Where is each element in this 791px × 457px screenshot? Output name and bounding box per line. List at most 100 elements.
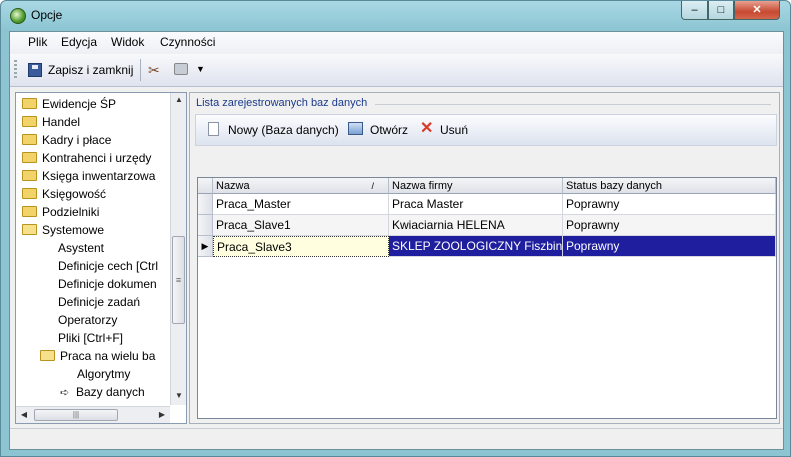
tree-item-label: Systemowe (42, 223, 105, 237)
tree-item[interactable]: Pliki [Ctrl+F] (58, 329, 123, 347)
actions-bar: Nowy (Baza danych) Otwórz ✕ Usuń (195, 114, 777, 146)
new-database-button[interactable]: Nowy (Baza danych) (228, 123, 339, 137)
scroll-right-icon[interactable]: ▶ (155, 408, 169, 422)
tree-item-label: Asystent (58, 241, 105, 255)
print-icon[interactable] (174, 63, 188, 75)
tree-hscroll-thumb[interactable]: ||| (34, 409, 118, 421)
window-body: Plik Edycja Widok Czynności Zapisz i zam… (9, 31, 784, 450)
tree-item[interactable]: Definicje cech [Ctrl (58, 257, 158, 275)
tree-item-label: Pliki [Ctrl+F] (58, 331, 124, 345)
tree-item-label: Praca na wielu ba (60, 349, 156, 363)
tree-item[interactable]: Praca na wielu ba (40, 347, 155, 365)
tree-item[interactable]: ➪ Bazy danych (60, 383, 145, 401)
toolbar: Zapisz i zamknij ✂ ▼ (10, 54, 783, 87)
tree-item[interactable]: Handel (22, 113, 80, 131)
column-label-nazwa-firmy: Nazwa firmy (392, 180, 453, 192)
tree-item-label: Algorytmy (77, 367, 131, 381)
tree-item[interactable]: Definicje zadań (58, 293, 140, 311)
group-divider (375, 104, 771, 105)
scroll-left-icon[interactable]: ◀ (17, 408, 31, 422)
folder-icon (22, 134, 37, 145)
folder-icon (22, 206, 37, 217)
group-title: Lista zarejestrowanych baz danych (196, 97, 368, 109)
app-icon (10, 8, 26, 24)
column-header-nazwa[interactable]: Nazwa / (213, 178, 389, 194)
delete-icon[interactable]: ✕ (420, 118, 433, 138)
table-row[interactable]: Praca_Slave1 Kwiaciarnia HELENA Poprawny (198, 215, 776, 236)
tree-item[interactable]: Operatorzy (58, 311, 117, 329)
tree-item[interactable]: Ewidencje ŚP (22, 95, 116, 113)
tree-vscroll-thumb[interactable]: ≡ (172, 236, 185, 324)
tree-item[interactable]: Algorytmy (77, 365, 130, 383)
menu-edycja[interactable]: Edycja (61, 35, 97, 49)
open-button[interactable]: Otwórz (370, 123, 408, 137)
tree-item-label: Definicje dokumen (58, 277, 157, 291)
options-tree[interactable]: Ewidencje ŚP Handel Kadry i płace Kontrahen… (15, 92, 187, 424)
databases-grid[interactable]: Nazwa / Nazwa firmy Status bazy danych P… (197, 177, 777, 419)
tree-vertical-scrollbar[interactable]: ▲ ≡ ▼ (170, 93, 186, 405)
menu-plik[interactable]: Plik (28, 35, 47, 49)
column-label-nazwa: Nazwa (216, 180, 250, 192)
folder-icon (22, 116, 37, 127)
table-row[interactable]: Praca_Master Praca Master Poprawny (198, 194, 776, 215)
databases-panel: Lista zarejestrowanych baz danych Nowy (… (189, 92, 780, 424)
sort-icon: / (371, 181, 374, 191)
column-header-nazwa-firmy[interactable]: Nazwa firmy (389, 178, 563, 194)
table-cell[interactable]: Praca_Slave3 (213, 236, 389, 257)
tree-item[interactable]: Definicje dokumen (58, 275, 157, 293)
close-button[interactable]: ✕ (734, 1, 780, 20)
table-cell[interactable]: Poprawny (563, 236, 776, 257)
tree-item-label: Bazy danych (76, 385, 145, 399)
row-pointer-icon[interactable]: ▶ (198, 236, 213, 257)
tree-item-label: Księgowość (42, 187, 107, 201)
tree-item[interactable]: Systemowe (22, 221, 104, 239)
tree-item[interactable]: Podzielniki (22, 203, 99, 221)
grid-corner (198, 178, 213, 194)
tree-item-label: Podzielniki (42, 205, 100, 219)
tree-item-label: Definicje cech [Ctrl (58, 259, 159, 273)
new-document-icon[interactable] (208, 122, 219, 136)
window-title: Opcje (31, 8, 63, 22)
table-cell[interactable]: Kwiaciarnia HELENA (389, 215, 563, 236)
tree-item[interactable]: Księgowość (22, 185, 106, 203)
chevron-down-icon[interactable]: ▼ (196, 64, 205, 74)
row-indicator[interactable] (198, 194, 213, 215)
status-bar (10, 428, 783, 449)
folder-open-icon (40, 350, 55, 361)
menu-czynnosci[interactable]: Czynności (160, 35, 215, 49)
table-cell[interactable]: SKLEP ZOOLOGICZNY Fiszbin (389, 236, 563, 257)
scroll-up-icon[interactable]: ▲ (171, 93, 186, 107)
toolbar-grip[interactable] (14, 60, 17, 80)
save-icon[interactable] (28, 63, 42, 77)
table-row[interactable]: ▶ Praca_Slave3 SKLEP ZOOLOGICZNY Fiszbin Po… (198, 236, 776, 257)
delete-button[interactable]: Usuń (440, 123, 468, 137)
folder-icon (22, 170, 37, 181)
scroll-down-icon[interactable]: ▼ (171, 389, 186, 403)
save-and-close-button[interactable]: Zapisz i zamknij (48, 63, 133, 77)
column-header-status[interactable]: Status bazy danych (563, 178, 776, 194)
tree-item-label: Ewidencje ŚP (42, 97, 117, 111)
tree-horizontal-scrollbar[interactable]: ◀ ||| ▶ (16, 406, 170, 423)
tools-icon[interactable]: ✂ (148, 62, 160, 79)
open-icon[interactable] (348, 122, 363, 135)
tree-item[interactable]: Kontrahenci i urzędy (22, 149, 151, 167)
title-bar: Opcje – □ ✕ (1, 1, 790, 31)
tree-item[interactable]: Kadry i płace (22, 131, 111, 149)
folder-icon (22, 98, 37, 109)
menu-widok[interactable]: Widok (111, 35, 144, 49)
table-cell[interactable]: Praca Master (389, 194, 563, 215)
table-cell[interactable]: Poprawny (563, 215, 776, 236)
minimize-button[interactable]: – (681, 1, 708, 20)
tree-item[interactable]: Księga inwentarzowa (22, 167, 155, 185)
menu-bar: Plik Edycja Widok Czynności (10, 32, 783, 53)
column-label-status: Status bazy danych (566, 180, 663, 192)
tree-item-label: Handel (42, 115, 81, 129)
table-cell[interactable]: Praca_Master (213, 194, 389, 215)
toolbar-separator (140, 59, 141, 81)
table-cell[interactable]: Praca_Slave1 (213, 215, 389, 236)
tree-item[interactable]: Asystent (58, 239, 104, 257)
row-indicator[interactable] (198, 215, 213, 236)
table-cell[interactable]: Poprawny (563, 194, 776, 215)
folder-open-icon (22, 224, 37, 235)
maximize-button[interactable]: □ (708, 1, 734, 20)
